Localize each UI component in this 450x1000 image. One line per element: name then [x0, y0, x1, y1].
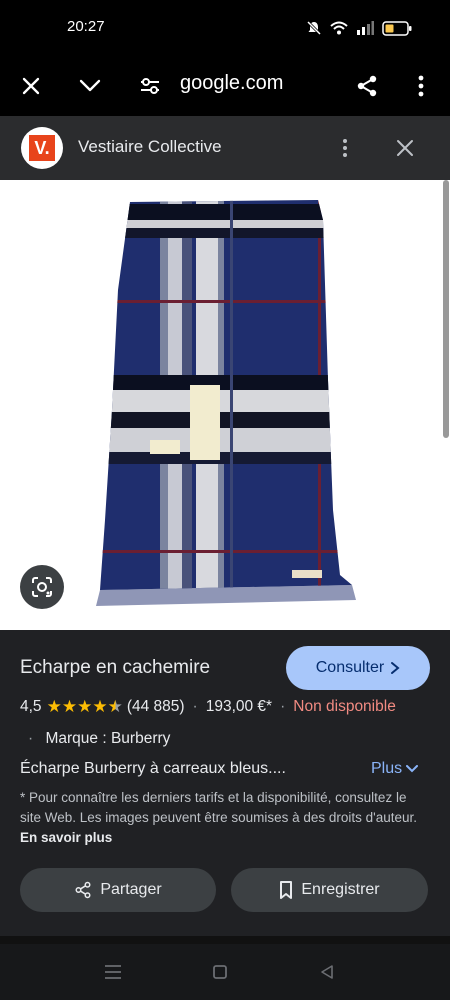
share-icon	[357, 75, 377, 97]
consult-button[interactable]: Consulter	[286, 646, 430, 690]
more-label: Plus	[371, 760, 403, 777]
star-icon: ★	[46, 697, 62, 716]
star-icon: ★	[77, 697, 93, 716]
mute-icon	[306, 20, 322, 36]
status-time: 20:27	[67, 18, 105, 35]
bookmark-icon	[280, 881, 293, 899]
close-tab-button[interactable]	[11, 66, 51, 106]
learn-more-link[interactable]: En savoir plus	[20, 830, 112, 845]
scroll-thumb[interactable]	[443, 180, 449, 438]
chevron-down-icon	[406, 765, 419, 773]
site-settings-icon	[141, 78, 159, 94]
site-menu-button[interactable]	[333, 132, 357, 164]
share-icon	[75, 881, 91, 899]
save-button[interactable]: Enregistrer	[231, 868, 428, 912]
chevron-down-icon	[79, 79, 101, 92]
close-icon	[22, 77, 40, 95]
home-icon	[213, 965, 227, 979]
home-button[interactable]	[205, 960, 235, 984]
url-text[interactable]: google.com	[180, 72, 283, 95]
more-link[interactable]: Plus	[371, 760, 419, 778]
product-image[interactable]	[0, 180, 450, 630]
wifi-icon	[330, 21, 348, 35]
price: 193,00 €*	[205, 698, 273, 715]
share-page-button[interactable]	[347, 66, 387, 106]
scarf-image	[96, 200, 356, 606]
logo-letter: V.	[29, 135, 55, 161]
rating-row: 4,5 ★ ★ ★ ★ ★ (44 885) · 193,00 €* · Non…	[20, 697, 396, 717]
separator-dot: ·	[280, 698, 286, 715]
more-vert-icon	[418, 75, 424, 97]
menu-icon	[105, 965, 121, 979]
chevron-right-icon	[391, 662, 400, 674]
disclaimer: * Pour connaître les derniers tarifs et …	[20, 788, 420, 848]
half-star-icon: ★	[107, 697, 123, 716]
divider	[0, 936, 450, 944]
system-nav-bar	[0, 944, 450, 1000]
rating-value: 4,5	[20, 698, 42, 715]
signal-icon	[357, 21, 374, 35]
more-vert-icon	[343, 139, 347, 157]
close-panel-button[interactable]	[390, 134, 420, 162]
separator-dot: ·	[192, 698, 198, 715]
star-icon: ★	[92, 697, 108, 716]
site-logo: V.	[21, 127, 63, 169]
review-count: (44 885)	[126, 698, 185, 715]
share-button[interactable]: Partager	[20, 868, 216, 912]
google-lens-icon	[32, 577, 52, 597]
close-icon	[397, 140, 413, 156]
lens-button[interactable]	[20, 565, 64, 609]
rating-stars: ★ ★ ★ ★ ★	[47, 697, 123, 717]
site-name: Vestiaire Collective	[78, 137, 222, 156]
product-title: Echarpe en cachemire	[20, 657, 211, 678]
save-label: Enregistrer	[301, 881, 380, 898]
recents-button[interactable]	[98, 960, 128, 984]
back-icon	[321, 965, 333, 979]
status-icons	[306, 20, 412, 36]
browser-menu-button[interactable]	[401, 66, 441, 106]
separator-dot: ·	[28, 730, 34, 747]
status-bar: 20:27	[0, 0, 450, 56]
minimize-button[interactable]	[70, 66, 110, 106]
share-label: Partager	[100, 881, 162, 898]
availability-status: Non disponible	[293, 698, 396, 715]
consult-label: Consulter	[315, 659, 385, 676]
site-header: V.	[0, 116, 450, 180]
back-button[interactable]	[312, 960, 342, 984]
star-icon: ★	[61, 697, 78, 716]
disclaimer-text: * Pour connaître les derniers tarifs et …	[20, 790, 418, 825]
brand-text: Marque : Burberry	[45, 730, 171, 747]
brand-row: · Marque : Burberry	[28, 730, 170, 748]
product-description: Écharpe Burberry à carreaux bleus....	[20, 760, 286, 777]
battery-icon	[382, 20, 412, 36]
site-settings-button[interactable]	[130, 66, 170, 106]
